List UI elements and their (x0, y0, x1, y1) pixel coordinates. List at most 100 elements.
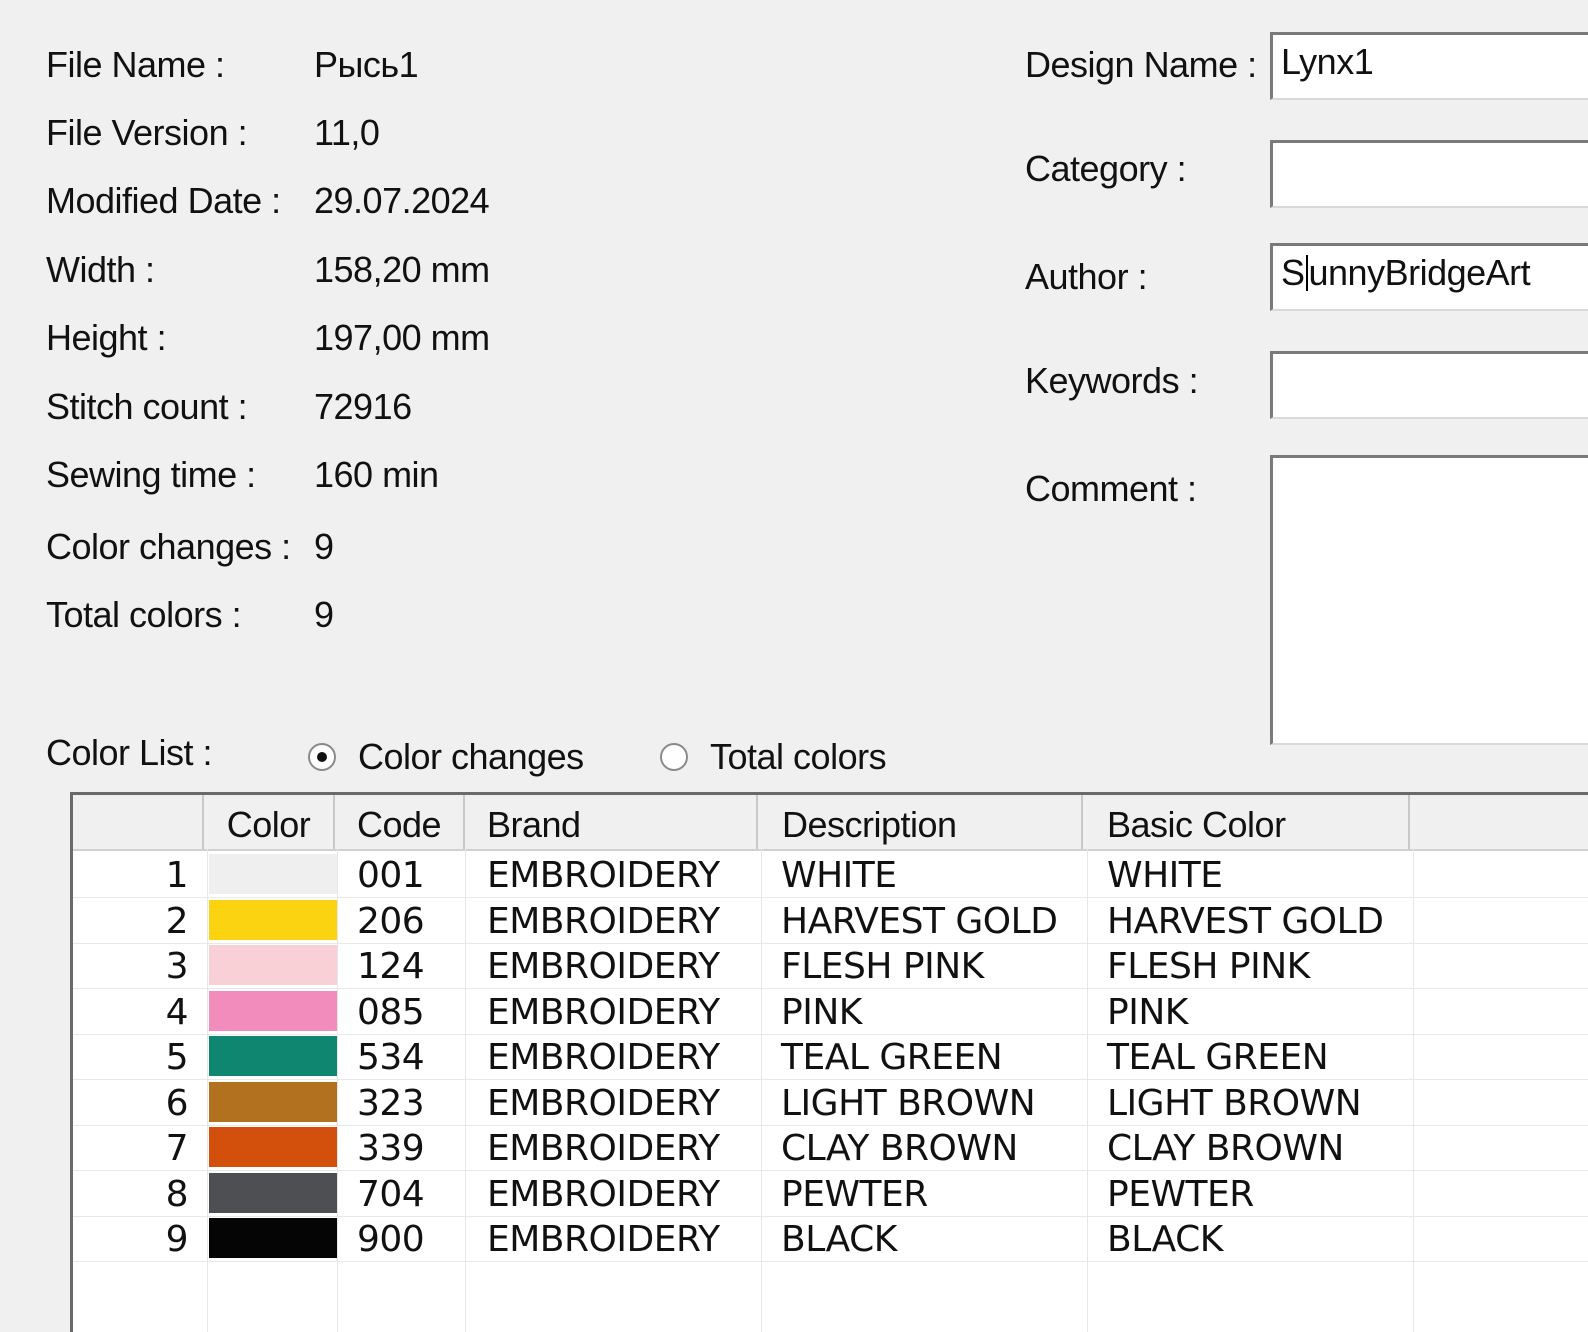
category-label: Category : (1025, 148, 1187, 189)
table-row[interactable]: 8 704 EMBROIDERY PEWTER PEWTER (73, 1170, 1588, 1217)
radio-checked-icon[interactable] (308, 743, 336, 771)
file-name-value: Рысь1 (314, 44, 419, 85)
row-code: 704 (357, 1173, 425, 1215)
row-basic-color: BLACK (1107, 1219, 1223, 1260)
color-swatch (209, 854, 337, 894)
table-header: Color Code Brand Description Basic Color (73, 795, 1588, 851)
width-value: 158,20 mm (314, 249, 490, 290)
radio-unchecked-icon[interactable] (660, 743, 688, 771)
keywords-input[interactable] (1270, 351, 1588, 419)
row-brand: EMBROIDERY (487, 855, 720, 896)
row-basic-color: LIGHT BROWN (1107, 1082, 1362, 1124)
file-version-value: 11,0 (314, 112, 380, 153)
total-colors-value: 9 (314, 594, 334, 635)
row-number: 9 (165, 1219, 189, 1260)
row-number: 3 (165, 946, 189, 987)
comment-textarea[interactable] (1270, 455, 1588, 745)
color-swatch (209, 1218, 337, 1258)
row-basic-color: HARVEST GOLD (1107, 900, 1384, 942)
header-code[interactable]: Code (335, 795, 465, 849)
row-description: BLACK (781, 1219, 897, 1260)
table-row[interactable]: 1 001 EMBROIDERY WHITE WHITE (73, 851, 1588, 898)
author-label: Author : (1025, 256, 1148, 297)
row-brand: EMBROIDERY (487, 1173, 720, 1215)
width-label: Width : (46, 249, 155, 290)
design-name-text: Lynx1 (1281, 41, 1374, 82)
table-row[interactable]: 3 124 EMBROIDERY FLESH PINK FLESH PINK (73, 942, 1588, 989)
header-brand[interactable]: Brand (465, 795, 758, 849)
row-code: 339 (357, 1128, 425, 1169)
table-row[interactable]: 6 323 EMBROIDERY LIGHT BROWN LIGHT BROWN (73, 1079, 1588, 1126)
stitch-count-value: 72916 (314, 386, 412, 427)
color-swatch (209, 1172, 337, 1213)
table-row[interactable]: 5 534 EMBROIDERY TEAL GREEN TEAL GREEN (73, 1033, 1588, 1080)
comment-label: Comment : (1025, 468, 1197, 509)
row-description: TEAL GREEN (781, 1037, 1003, 1078)
table-row[interactable]: 9 900 EMBROIDERY BLACK BLACK (73, 1215, 1588, 1262)
author-input[interactable]: SunnyBridgeArt (1270, 243, 1588, 311)
radio-total-colors-label: Total colors (710, 736, 887, 777)
row-description: PEWTER (781, 1173, 928, 1215)
row-number: 4 (165, 991, 189, 1033)
row-number: 5 (165, 1037, 189, 1078)
row-brand: EMBROIDERY (487, 991, 720, 1033)
color-swatch (209, 1127, 337, 1167)
modified-date-value: 29.07.2024 (314, 180, 490, 221)
row-description: PINK (781, 991, 862, 1033)
row-basic-color: FLESH PINK (1107, 946, 1310, 987)
row-number: 1 (165, 855, 189, 896)
design-name-label: Design Name : (1025, 44, 1257, 85)
header-description[interactable]: Description (758, 795, 1083, 849)
text-caret (1305, 255, 1308, 291)
row-brand: EMBROIDERY (487, 1037, 720, 1078)
category-input[interactable] (1270, 140, 1588, 208)
file-version-label: File Version : (46, 112, 248, 153)
row-brand: EMBROIDERY (487, 900, 720, 942)
row-brand: EMBROIDERY (487, 1219, 720, 1260)
table-row[interactable]: 2 206 EMBROIDERY HARVEST GOLD HARVEST GOLD (73, 897, 1588, 944)
row-basic-color: PEWTER (1107, 1173, 1254, 1215)
row-code: 206 (357, 900, 425, 942)
color-changes-label: Color changes : (46, 526, 291, 567)
header-color[interactable]: Color (204, 795, 335, 849)
color-table[interactable]: Color Code Brand Description Basic Color… (70, 792, 1588, 1332)
row-basic-color: TEAL GREEN (1107, 1037, 1329, 1078)
row-code: 900 (357, 1219, 425, 1260)
keywords-label: Keywords : (1025, 360, 1199, 401)
radio-color-changes[interactable]: Color changes (308, 735, 584, 779)
color-swatch (209, 990, 337, 1031)
radio-color-changes-label: Color changes (358, 736, 584, 777)
author-text-end: unnyBridgeArt (1308, 252, 1531, 293)
row-code: 323 (357, 1082, 425, 1124)
color-swatch (209, 1081, 337, 1122)
row-number: 6 (165, 1082, 189, 1124)
table-row[interactable]: 7 339 EMBROIDERY CLAY BROWN CLAY BROWN (73, 1124, 1588, 1171)
row-brand: EMBROIDERY (487, 1082, 720, 1124)
design-name-input[interactable]: Lynx1 (1270, 32, 1588, 100)
row-number: 8 (165, 1173, 189, 1215)
table-row[interactable]: 4 085 EMBROIDERY PINK PINK (73, 988, 1588, 1035)
row-description: FLESH PINK (781, 946, 984, 987)
sewing-time-value: 160 min (314, 454, 439, 495)
row-basic-color: PINK (1107, 991, 1188, 1033)
row-number: 7 (165, 1128, 189, 1169)
color-swatch (209, 1036, 337, 1076)
color-list-label: Color List : (46, 732, 213, 773)
row-description: WHITE (781, 855, 897, 896)
height-label: Height : (46, 317, 167, 358)
row-description: CLAY BROWN (781, 1128, 1018, 1169)
row-basic-color: WHITE (1107, 855, 1223, 896)
color-swatch (209, 899, 337, 940)
row-code: 001 (357, 855, 425, 896)
color-swatch (209, 945, 337, 985)
header-basic-color[interactable]: Basic Color (1083, 795, 1410, 849)
row-description: HARVEST GOLD (781, 900, 1058, 942)
total-colors-label: Total colors : (46, 594, 242, 635)
header-num[interactable] (73, 795, 204, 849)
sewing-time-label: Sewing time : (46, 454, 256, 495)
row-brand: EMBROIDERY (487, 1128, 720, 1169)
radio-total-colors[interactable]: Total colors (660, 735, 887, 779)
row-code: 124 (357, 946, 425, 987)
author-text-start: S (1281, 252, 1305, 293)
row-basic-color: CLAY BROWN (1107, 1128, 1344, 1169)
